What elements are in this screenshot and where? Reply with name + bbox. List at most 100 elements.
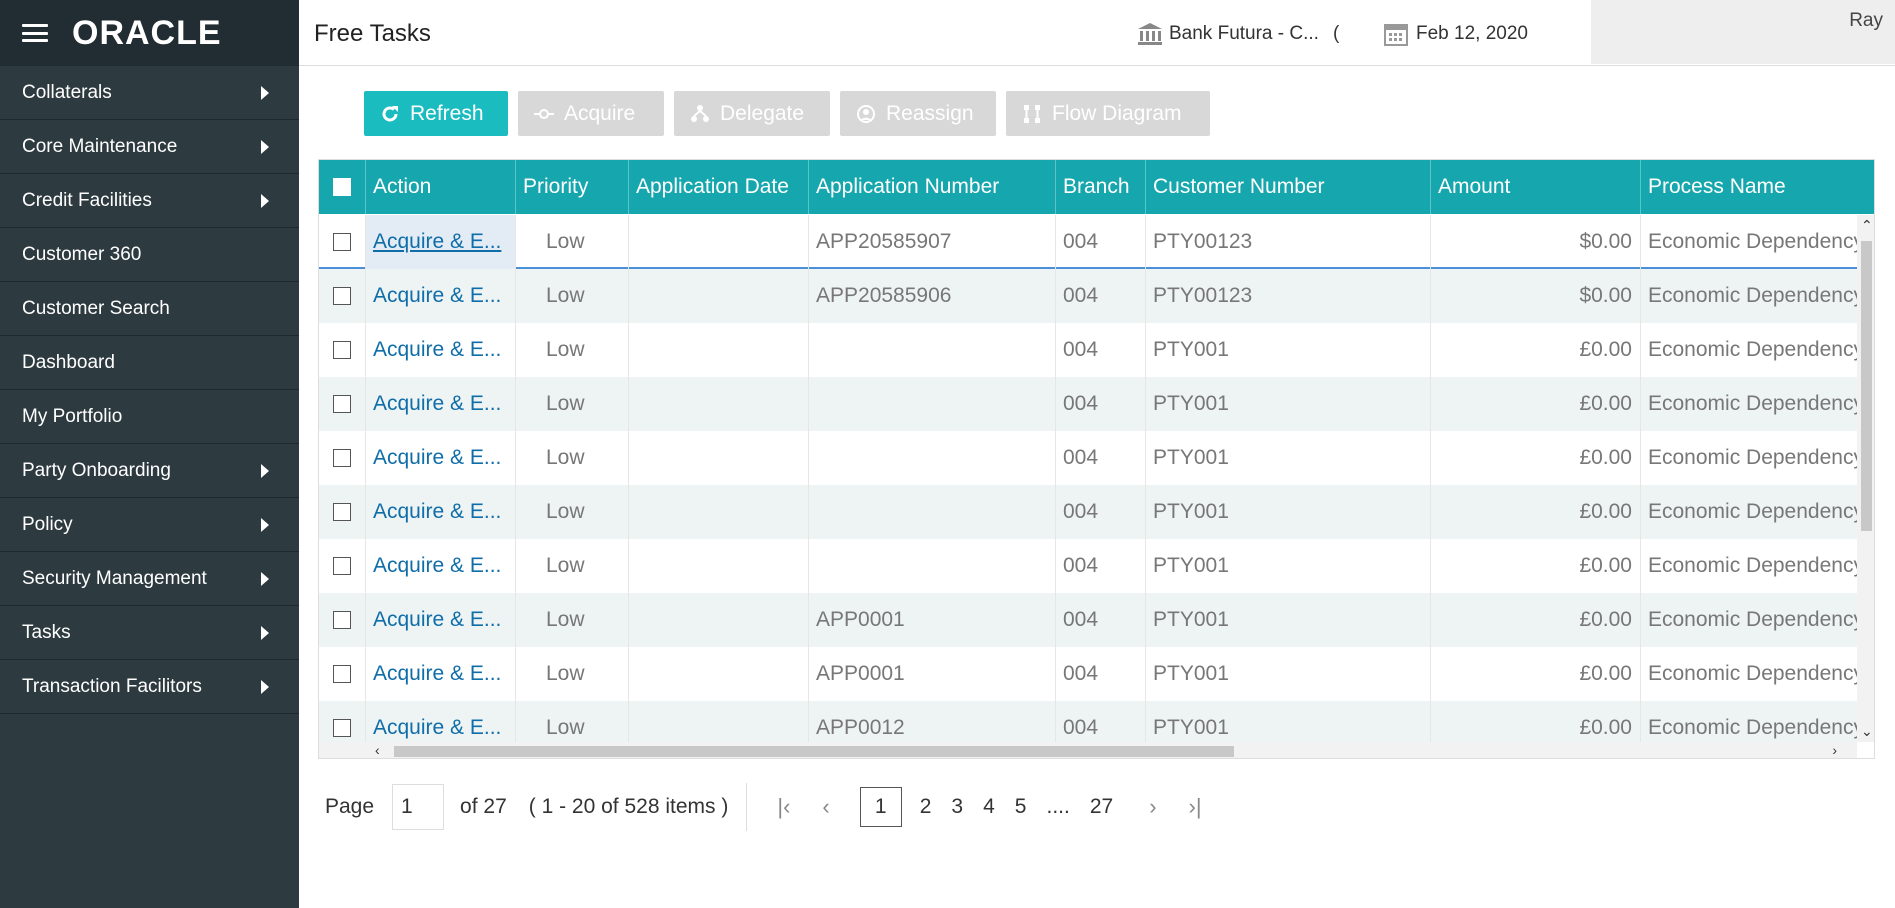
column-header-priority[interactable]: Priority [516,160,629,214]
page-link[interactable]: 4 [983,795,995,819]
row-checkbox[interactable] [333,287,351,305]
customer-number-cell-text: PTY001 [1153,554,1229,577]
column-header-action[interactable]: Action [366,160,516,214]
row-checkbox[interactable] [333,341,351,359]
process-name-cell-text: Economic Dependency [1648,446,1857,469]
sidebar-item-tasks[interactable]: Tasks [0,606,299,660]
previous-page-icon[interactable]: ‹ [822,794,829,820]
row-checkbox[interactable] [333,449,351,467]
row-checkbox[interactable] [333,395,351,413]
action-link-text[interactable]: Acquire & E... [373,230,501,254]
header-select-all[interactable] [319,160,366,214]
sidebar-item-collaterals[interactable]: Collaterals [0,66,299,120]
delegate-button[interactable]: Delegate [674,91,830,136]
refresh-button[interactable]: Refresh [364,91,508,136]
action-link[interactable]: Acquire & E... [366,215,516,269]
page-link[interactable]: 27 [1090,795,1113,819]
customer-number-cell: PTY00123 [1146,215,1431,269]
column-header-customer-number[interactable]: Customer Number [1146,160,1431,214]
sidebar-item-party-onboarding[interactable]: Party Onboarding [0,444,299,498]
column-header-application-number[interactable]: Application Number [809,160,1056,214]
column-header-amount[interactable]: Amount [1431,160,1641,214]
action-link[interactable]: Acquire & E... [366,269,516,323]
table-row[interactable]: Acquire & E... Low APP0012 004 PTY001 £0.00 Ec… [319,701,1857,742]
action-link[interactable]: Acquire & E... [366,431,516,485]
column-header-process-name[interactable]: Process Name [1641,160,1874,214]
page-link[interactable]: 1 [859,787,902,827]
sidebar-item-my-portfolio[interactable]: My Portfolio [0,390,299,444]
row-checkbox[interactable] [333,503,351,521]
scroll-right-icon[interactable]: › [1832,742,1837,758]
table-row[interactable]: Acquire & E... Low 004 PTY001 £0.00 Economic … [319,377,1857,431]
scroll-left-icon[interactable]: ‹ [375,742,380,758]
row-checkbox[interactable] [333,719,351,737]
row-checkbox[interactable] [333,557,351,575]
first-page-icon[interactable]: |‹ [777,794,790,820]
action-link[interactable]: Acquire & E... [366,593,516,647]
sidebar-item-customer-360[interactable]: Customer 360 [0,228,299,282]
reassign-button[interactable]: Reassign [840,91,996,136]
page-link[interactable]: 3 [951,795,963,819]
action-link[interactable]: Acquire & E... [366,539,516,593]
horizontal-scroll-thumb[interactable] [394,746,1234,757]
action-link-text[interactable]: Acquire & E... [373,554,501,578]
last-page-icon[interactable]: ›| [1189,794,1202,820]
refresh-label: Refresh [410,101,484,125]
table-row[interactable]: Acquire & E... Low 004 PTY001 £0.00 Economic … [319,485,1857,539]
action-link-text[interactable]: Acquire & E... [373,608,501,632]
bank-selector[interactable]: Bank Futura - C... ( [1137,22,1339,46]
sidebar-item-core-maintenance[interactable]: Core Maintenance [0,120,299,174]
scroll-up-icon[interactable]: ⌃ [1861,217,1873,234]
row-checkbox[interactable] [333,611,351,629]
vertical-scrollbar[interactable]: ⌃ ⌄ [1857,215,1874,742]
action-link-text[interactable]: Acquire & E... [373,392,501,416]
table-row[interactable]: Acquire & E... Low 004 PTY001 £0.00 Economic … [319,323,1857,377]
action-link[interactable]: Acquire & E... [366,485,516,539]
action-link-text[interactable]: Acquire & E... [373,716,501,740]
next-page-icon[interactable]: › [1149,794,1156,820]
action-link[interactable]: Acquire & E... [366,647,516,701]
table-row[interactable]: Acquire & E... Low APP20585906 004 PTY00123 $… [319,269,1857,323]
customer-number-cell-text: PTY001 [1153,392,1229,415]
hamburger-menu-icon[interactable] [22,24,48,42]
table-row[interactable]: Acquire & E... Low APP0001 004 PTY001 £0.00 Ec… [319,647,1857,701]
page-link[interactable]: 2 [920,795,932,819]
sidebar-item-policy[interactable]: Policy [0,498,299,552]
column-header-branch[interactable]: Branch [1056,160,1146,214]
user-menu[interactable]: Ray [1591,0,1895,64]
action-link-text[interactable]: Acquire & E... [373,500,501,524]
acquire-button[interactable]: Acquire [518,91,664,136]
flow-diagram-button[interactable]: Flow Diagram [1006,91,1210,136]
action-link[interactable]: Acquire & E... [366,377,516,431]
branch-cell-text: 004 [1063,716,1099,739]
action-link[interactable]: Acquire & E... [366,701,516,742]
table-row[interactable]: Acquire & E... Low APP20585907 004 PTY00123 $… [319,215,1857,269]
process-name-cell: Economic Dependency [1641,593,1857,647]
row-checkbox[interactable] [333,233,351,251]
sidebar-item-transaction-facilitors[interactable]: Transaction Facilitors [0,660,299,714]
table-row[interactable]: Acquire & E... Low 004 PTY001 £0.00 Economic … [319,431,1857,485]
table-row[interactable]: Acquire & E... Low APP0001 004 PTY001 £0.00 Ec… [319,593,1857,647]
table-row[interactable]: Acquire & E... Low 004 PTY001 £0.00 Economic … [319,539,1857,593]
vertical-scroll-thumb[interactable] [1861,241,1872,531]
action-link-text[interactable]: Acquire & E... [373,662,501,686]
horizontal-scrollbar[interactable]: ‹ › [319,742,1857,758]
bank-suffix: ( [1332,23,1340,44]
sidebar-item-customer-search[interactable]: Customer Search [0,282,299,336]
page-number-input[interactable]: 1 [392,784,445,830]
action-link-text[interactable]: Acquire & E... [373,284,501,308]
action-link-text[interactable]: Acquire & E... [373,446,501,470]
row-checkbox-cell [319,539,366,593]
column-header-application-date[interactable]: Application Date [629,160,809,214]
row-checkbox[interactable] [333,665,351,683]
sidebar-item-security-management[interactable]: Security Management [0,552,299,606]
page-link[interactable]: 5 [1015,795,1027,819]
sidebar-item-credit-facilities[interactable]: Credit Facilities [0,174,299,228]
caret-right-icon [261,571,269,586]
reassign-label: Reassign [886,101,974,125]
sidebar-item-dashboard[interactable]: Dashboard [0,336,299,390]
select-all-checkbox[interactable] [333,178,351,196]
action-link[interactable]: Acquire & E... [366,323,516,377]
scroll-down-icon[interactable]: ⌄ [1861,723,1873,740]
action-link-text[interactable]: Acquire & E... [373,338,501,362]
